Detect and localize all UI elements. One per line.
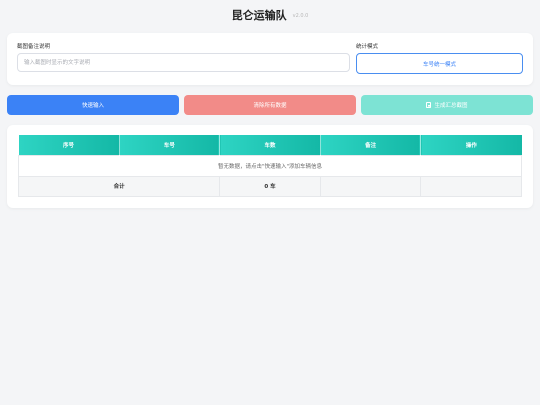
- column-header-vehicle-no: 车号: [119, 135, 221, 155]
- total-row: 合计 0 车: [17, 175, 522, 197]
- clear-all-label: 清除所有数据: [253, 103, 287, 109]
- quick-input-button[interactable]: 快速输入: [7, 95, 179, 115]
- empty-message: 暂无数据，请点击"快速输入"添加车辆信息: [18, 154, 522, 177]
- clear-all-button[interactable]: 清除所有数据: [184, 95, 356, 115]
- document-icon: [426, 102, 432, 108]
- total-note-cell: [319, 175, 422, 197]
- settings-card: 截图备注说明 统计模式 车号统一模式: [7, 33, 533, 85]
- empty-row: 暂无数据，请点击"快速输入"添加车辆信息: [18, 154, 522, 177]
- generate-summary-label: 生成汇总截图: [434, 103, 468, 109]
- vehicle-table-card: 序号 车号 车数 备注 操作 暂无数据，请点击"快速输入"添加车辆信息 合计 0…: [7, 125, 533, 208]
- generate-summary-button[interactable]: 生成汇总截图: [361, 95, 533, 115]
- total-count: 0 车: [219, 175, 321, 197]
- column-header-note: 备注: [320, 135, 422, 155]
- app-title: 昆仑运输队: [231, 9, 287, 22]
- note-label: 截图备注说明: [17, 44, 51, 50]
- column-header-count: 车数: [219, 135, 321, 155]
- note-input[interactable]: [17, 53, 350, 72]
- mode-toggle-button[interactable]: 车号统一模式: [356, 53, 523, 74]
- mode-label: 统计模式: [356, 44, 379, 50]
- vehicle-table: 序号 车号 车数 备注 操作 暂无数据，请点击"快速输入"添加车辆信息 合计 0…: [17, 135, 522, 197]
- quick-input-label: 快速输入: [81, 103, 104, 109]
- column-header-actions: 操作: [420, 135, 522, 155]
- version-label: v2.0.0: [292, 13, 309, 19]
- app-header: 昆仑运输队 v2.0.0: [0, 6, 540, 24]
- table-header-row: 序号 车号 车数 备注 操作: [18, 135, 522, 155]
- total-label: 合计: [17, 175, 221, 197]
- total-actions-cell: [420, 175, 522, 197]
- column-header-index: 序号: [18, 135, 120, 155]
